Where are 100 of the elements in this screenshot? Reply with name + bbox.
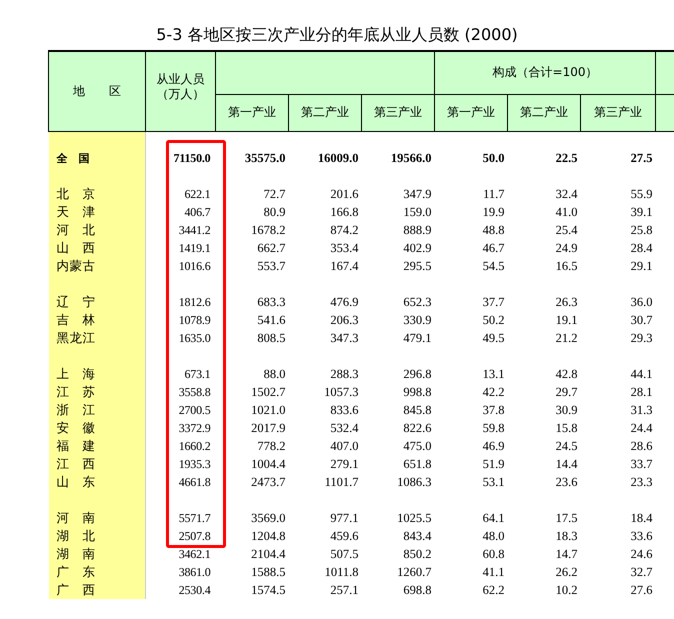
table-cell: 1057.3 bbox=[324, 384, 358, 398]
table-cell: 888.9 bbox=[403, 222, 432, 236]
region-name: 山 东 bbox=[56, 474, 96, 488]
table-cell: 19566.0 bbox=[390, 150, 432, 164]
table-cell: 19.9 bbox=[482, 204, 505, 218]
table-cell: 1021.0 bbox=[251, 402, 286, 416]
table-cell: 683.3 bbox=[257, 294, 286, 308]
table-cell: 479.1 bbox=[403, 330, 432, 344]
table-cell: 3569.0 bbox=[251, 510, 286, 524]
table-cell: 3558.8 bbox=[178, 384, 210, 398]
table-cell: 553.7 bbox=[257, 258, 286, 272]
table-cell: 22.5 bbox=[556, 150, 578, 164]
table-cell: 54.5 bbox=[482, 258, 505, 272]
table-cell: 51.9 bbox=[482, 456, 505, 470]
table-cell: 62.2 bbox=[482, 582, 505, 596]
table-cell: 1101.7 bbox=[324, 474, 358, 488]
table-cell: 80.9 bbox=[264, 204, 286, 218]
table-cell: 651.8 bbox=[403, 456, 432, 470]
region-name: 安 徽 bbox=[56, 420, 96, 434]
region-name: 黑龙江 bbox=[56, 330, 96, 344]
table-cell: 407.0 bbox=[330, 438, 358, 452]
table-cell: 55.9 bbox=[630, 186, 653, 200]
table-cell: 459.6 bbox=[330, 528, 358, 542]
table-cell: 71150.0 bbox=[174, 150, 210, 164]
table-cell: 2507.8 bbox=[178, 528, 210, 542]
table-cell: 48.8 bbox=[482, 222, 505, 236]
table-cell: 29.1 bbox=[630, 258, 653, 272]
table-cell: 30.7 bbox=[630, 312, 653, 326]
table-cell: 33.7 bbox=[630, 456, 653, 470]
table-cell: 166.8 bbox=[330, 204, 358, 218]
table-cell: 5571.7 bbox=[178, 510, 210, 524]
table-cell: 977.1 bbox=[330, 510, 358, 524]
table-cell: 2017.9 bbox=[251, 420, 286, 434]
table-cell: 15.8 bbox=[556, 420, 578, 434]
column-header: 第三产业 bbox=[362, 94, 435, 131]
table-cell: 3861.0 bbox=[178, 564, 210, 578]
table-cell: 23.6 bbox=[556, 474, 578, 488]
region-name: 全 国 bbox=[56, 152, 90, 165]
table-cell: 23.3 bbox=[630, 474, 653, 488]
table-cell: 59.8 bbox=[482, 420, 505, 434]
table-cell: 31.3 bbox=[630, 402, 653, 416]
table-cell: 1025.5 bbox=[397, 510, 432, 524]
table-cell: 167.4 bbox=[330, 258, 358, 272]
table-cell: 330.9 bbox=[403, 312, 432, 326]
table-cell: 49.5 bbox=[482, 330, 505, 344]
table-cell: 279.1 bbox=[330, 456, 358, 470]
column-header: 地 区 bbox=[48, 51, 146, 131]
table-cell: 2700.5 bbox=[178, 402, 210, 416]
table-cell: 822.6 bbox=[403, 420, 432, 434]
table-cell: 27.6 bbox=[630, 582, 653, 596]
table-cell: 1574.5 bbox=[251, 582, 286, 596]
table-cell: 1004.4 bbox=[251, 456, 286, 470]
table-cell: 541.6 bbox=[257, 312, 286, 326]
table-cell: 2473.7 bbox=[251, 474, 286, 488]
table-cell: 32.7 bbox=[630, 564, 653, 578]
table-cell: 18.4 bbox=[630, 510, 653, 524]
table-cell: 28.1 bbox=[630, 384, 653, 398]
table-cell: 2104.4 bbox=[251, 546, 286, 560]
table-cell: 1588.5 bbox=[251, 564, 286, 578]
region-name: 江 西 bbox=[56, 456, 96, 470]
table-cell: 13.1 bbox=[482, 366, 505, 380]
table-cell: 24.6 bbox=[630, 546, 653, 560]
table-cell: 843.4 bbox=[403, 528, 432, 542]
table-cell: 850.2 bbox=[403, 546, 432, 560]
table-cell: 406.7 bbox=[184, 204, 210, 218]
table-cell: 26.3 bbox=[556, 294, 578, 308]
table-cell: 1078.9 bbox=[178, 312, 210, 326]
table-cell: 19.1 bbox=[556, 312, 578, 326]
region-name: 内蒙古 bbox=[56, 258, 96, 272]
region-name: 广 西 bbox=[56, 582, 96, 596]
table-cell: 50.2 bbox=[482, 312, 505, 326]
table-cell: 42.2 bbox=[482, 384, 505, 398]
table-cell: 288.3 bbox=[330, 366, 358, 380]
column-header: 构成（合计=100） bbox=[434, 51, 656, 94]
table-cell: 698.8 bbox=[403, 582, 432, 596]
table-cell: 257.1 bbox=[330, 582, 358, 596]
table-cell: 37.7 bbox=[482, 294, 505, 308]
table-cell: 39.1 bbox=[630, 204, 653, 218]
table-cell: 24.5 bbox=[556, 438, 578, 452]
table-cell: 201.6 bbox=[330, 186, 358, 200]
table-cell: 53.1 bbox=[482, 474, 505, 488]
table-cell: 24.9 bbox=[556, 240, 578, 254]
region-name: 湖 南 bbox=[56, 546, 96, 560]
table-cell: 1419.1 bbox=[178, 240, 210, 254]
table-cell: 88.0 bbox=[264, 366, 286, 380]
table-cell: 33.6 bbox=[630, 528, 653, 542]
region-name: 浙 江 bbox=[56, 402, 96, 416]
table-cell: 32.4 bbox=[556, 186, 578, 200]
table-cell: 44.1 bbox=[630, 366, 653, 380]
column-header: 第二产业 bbox=[288, 94, 362, 131]
table-cell: 28.6 bbox=[630, 438, 653, 452]
table-cell: 833.6 bbox=[330, 402, 358, 416]
region-name: 湖 北 bbox=[56, 528, 96, 542]
table-title: 5-3 各地区按三次产业分的年底从业人员数 (2000) bbox=[155, 24, 519, 46]
table-cell: 402.9 bbox=[403, 240, 432, 254]
table-cell: 347.3 bbox=[330, 330, 358, 344]
table-cell: 29.7 bbox=[556, 384, 578, 398]
table-cell: 3372.9 bbox=[178, 420, 210, 434]
table-cell: 16.5 bbox=[556, 258, 578, 272]
table-cell: 41.0 bbox=[556, 204, 578, 218]
